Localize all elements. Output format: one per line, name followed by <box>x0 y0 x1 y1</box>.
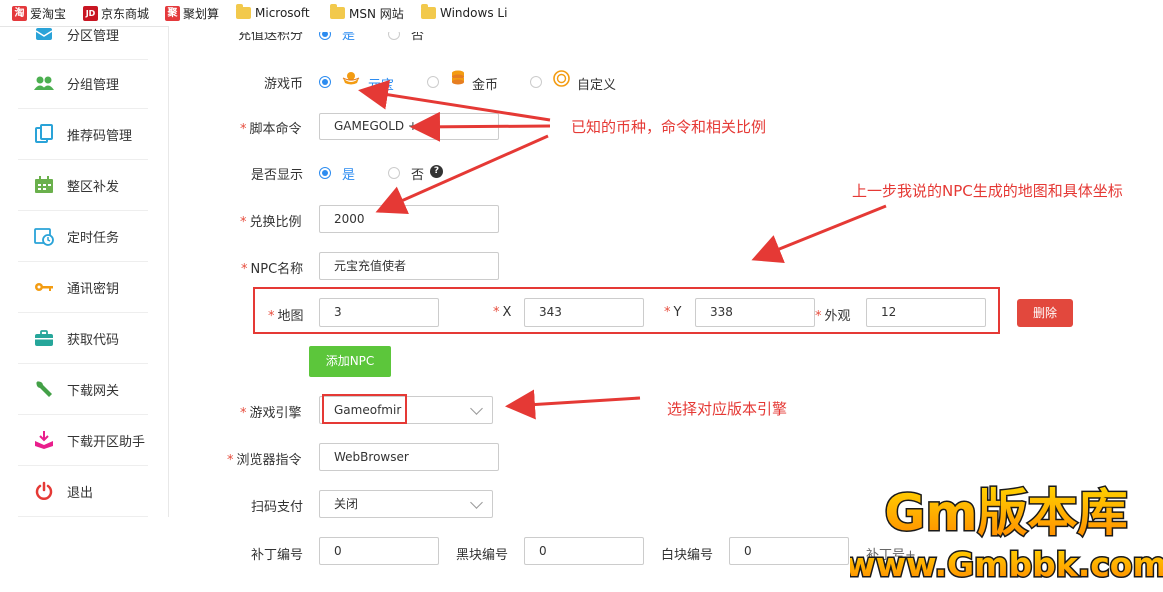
watermark-url: www.Gmbbk.com <box>850 545 1163 584</box>
arrow-to-currency <box>358 79 551 122</box>
arrow-to-command <box>410 111 551 142</box>
arrow-to-ratio <box>375 134 549 214</box>
arrow-to-engine <box>505 389 641 420</box>
currency-annotation: 已知的币种，命令和相关比例 <box>571 118 767 136</box>
gm-watermark-logo: Gm版本库 www.Gmbbk.com <box>844 470 1163 588</box>
npc-annotation: 上一步我说的NPC生成的地图和具体坐标 <box>852 182 1123 200</box>
arrow-to-npc <box>751 204 887 263</box>
engine-annotation: 选择对应版本引擎 <box>667 400 788 418</box>
watermark-title: Gm版本库 <box>884 484 1127 542</box>
